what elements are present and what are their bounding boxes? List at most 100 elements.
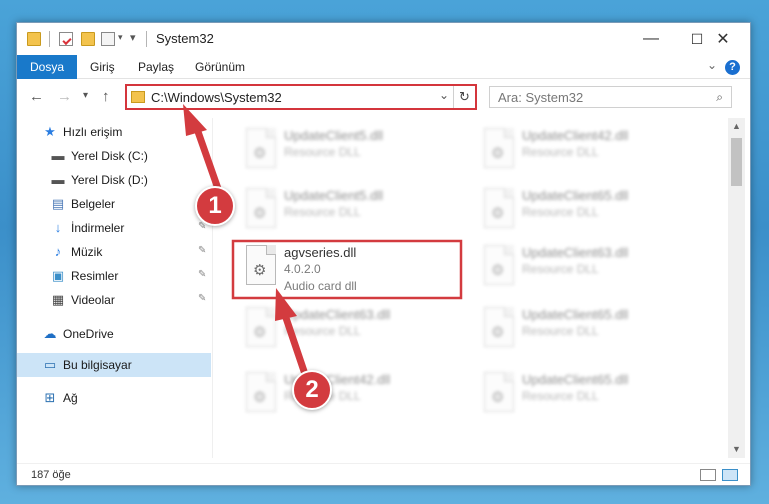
file-description: Audio card dll <box>284 279 357 293</box>
properties-icon[interactable] <box>59 32 73 46</box>
sidebar-item-label: İndirmeler <box>71 221 125 235</box>
cloud-icon: ☁ <box>43 326 57 341</box>
tab-dosya[interactable]: Dosya <box>17 55 78 79</box>
sidebar-item-videos[interactable]: ▦ Videolar ✎ <box>17 288 211 312</box>
list-item[interactable]: ⚙ UpdateClient65.dll Resource DLL <box>474 305 704 359</box>
file-name: UpdateClient65.dll <box>522 188 629 203</box>
sidebar-item-local-disk-d[interactable]: ▬ Yerel Disk (D:) <box>17 168 211 192</box>
navigation-bar: ← → ▾ ↑ C:\Windows\System32 ⌄ ↻ Ara: Sys… <box>17 80 750 114</box>
close-button[interactable]: ✕ <box>698 23 748 55</box>
dll-file-icon: ⚙ <box>246 307 276 347</box>
sidebar-item-label: Ağ <box>63 391 78 405</box>
dll-file-icon: ⚙ <box>246 188 276 228</box>
list-item[interactable]: ⚙ UpdateClient63.dll Resource DLL <box>474 243 704 297</box>
recent-locations-icon[interactable]: ▾ <box>83 90 88 101</box>
sidebar-item-label: Videolar <box>71 293 115 307</box>
details-view-icon[interactable] <box>700 469 716 481</box>
sidebar-item-label: Resimler <box>71 269 119 283</box>
tab-gorunum[interactable]: Görünüm <box>195 55 245 79</box>
sidebar-item-music[interactable]: ♪ Müzik ✎ <box>17 240 211 264</box>
list-item[interactable]: ⚙ agvseries.dll 4.0.2.0 Audio card dll <box>236 243 466 297</box>
file-name: UpdateClient5.dll <box>284 128 384 143</box>
title-bar: ▾ ▾ System32 — ☐ ✕ <box>17 23 750 55</box>
file-description: Resource DLL <box>284 205 361 219</box>
network-icon: ⊞ <box>44 390 56 405</box>
toolbar-dropdown-icon[interactable]: ▾ <box>130 31 136 44</box>
file-explorer-window: ▾ ▾ System32 — ☐ ✕ Dosya Giriş Paylaş Gö… <box>16 22 751 486</box>
file-description: Resource DLL <box>284 324 361 338</box>
chevron-down-icon[interactable]: ⌄ <box>707 58 717 72</box>
sidebar-item-downloads[interactable]: ↓ İndirmeler ✎ <box>17 216 211 240</box>
video-icon: ▦ <box>51 292 65 307</box>
pin-icon[interactable]: ✎ <box>198 245 206 256</box>
tab-paylas[interactable]: Paylaş <box>138 55 174 79</box>
dll-file-icon: ⚙ <box>246 128 276 168</box>
sidebar-item-label: Yerel Disk (C:) <box>71 149 148 163</box>
computer-icon: ▭ <box>43 357 57 372</box>
ribbon-tabs: Dosya Giriş Paylaş Görünüm ⌄ ? <box>17 55 750 79</box>
sidebar-item-local-disk-c[interactable]: ▬ Yerel Disk (C:) <box>17 144 211 168</box>
file-name: UpdateClient65.dll <box>522 372 629 387</box>
address-path[interactable]: C:\Windows\System32 <box>151 90 282 105</box>
chevron-down-icon[interactable]: ⌄ <box>439 88 449 102</box>
address-bar[interactable]: C:\Windows\System32 ⌄ ↻ <box>125 84 477 110</box>
tab-giris[interactable]: Giriş <box>90 55 115 79</box>
help-icon[interactable]: ? <box>725 60 740 75</box>
file-name: UpdateClient63.dll <box>284 307 391 322</box>
scrollbar-thumb[interactable] <box>731 138 742 186</box>
pin-icon[interactable]: ✎ <box>198 269 206 280</box>
minimize-button[interactable]: — <box>628 23 674 55</box>
sidebar-item-label: Yerel Disk (D:) <box>71 173 148 187</box>
refresh-icon[interactable]: ↻ <box>453 86 475 108</box>
sidebar-item-network[interactable]: ⊞ Ağ <box>17 386 211 410</box>
scroll-up-icon[interactable]: ▲ <box>728 118 745 135</box>
chevron-down-icon[interactable]: ▾ <box>118 32 123 43</box>
dll-file-icon: ⚙ <box>484 188 514 228</box>
list-item[interactable]: ⚙ UpdateClient5.dll Resource DLL <box>236 126 466 180</box>
divider <box>49 31 50 47</box>
sidebar-item-label: OneDrive <box>63 327 114 341</box>
large-icons-view-icon[interactable] <box>722 469 738 481</box>
sidebar-item-label: Hızlı erişim <box>63 125 123 139</box>
dll-file-icon: ⚙ <box>484 245 514 285</box>
vertical-scrollbar[interactable]: ▲ ▼ <box>728 118 745 458</box>
sidebar-item-documents[interactable]: ▤ Belgeler ✎ <box>17 192 211 216</box>
folder-icon <box>131 91 145 103</box>
search-input[interactable]: Ara: System32 ⌕ <box>489 86 732 108</box>
document-icon: ▤ <box>51 196 65 211</box>
file-description: Resource DLL <box>522 324 599 338</box>
sidebar-item-label: Müzik <box>71 245 103 259</box>
status-bar: 187 öğe <box>17 463 750 485</box>
list-item[interactable]: ⚙ UpdateClient42.dll Resource DLL <box>236 370 466 424</box>
list-item[interactable]: ⚙ UpdateClient63.dll Resource DLL <box>236 305 466 359</box>
file-list: ⚙ UpdateClient5.dll Resource DLL ⚙ Updat… <box>214 118 729 458</box>
list-item[interactable]: ⚙ UpdateClient5.dll Resource DLL <box>236 186 466 240</box>
download-icon: ↓ <box>54 220 62 235</box>
back-arrow-icon[interactable]: ← <box>29 88 44 105</box>
search-placeholder: Ara: System32 <box>498 90 584 105</box>
sidebar-item-quick-access[interactable]: ★ Hızlı erişim <box>17 120 211 144</box>
drive-icon: ▬ <box>51 148 65 163</box>
sidebar-item-label: Bu bilgisayar <box>63 358 132 372</box>
up-arrow-icon[interactable]: ↑ <box>102 88 110 105</box>
pin-icon[interactable]: ✎ <box>198 293 206 304</box>
search-icon[interactable]: ⌕ <box>716 90 723 105</box>
sidebar-item-pictures[interactable]: ▣ Resimler ✎ <box>17 264 211 288</box>
star-icon: ★ <box>44 124 56 139</box>
file-name: UpdateClient63.dll <box>522 245 629 260</box>
picture-icon: ▣ <box>51 268 65 283</box>
window-title: System32 <box>156 31 214 46</box>
scroll-down-icon[interactable]: ▼ <box>728 441 745 458</box>
customize-icon[interactable] <box>101 32 115 46</box>
dll-file-icon: ⚙ <box>484 372 514 412</box>
dll-file-icon: ⚙ <box>246 372 276 412</box>
file-name: agvseries.dll <box>284 245 357 260</box>
list-item[interactable]: ⚙ UpdateClient42.dll Resource DLL <box>474 126 704 180</box>
list-item[interactable]: ⚙ UpdateClient65.dll Resource DLL <box>474 370 704 424</box>
sidebar-item-onedrive[interactable]: ☁ OneDrive <box>17 322 211 346</box>
new-folder-icon[interactable] <box>81 32 95 46</box>
forward-arrow-icon[interactable]: → <box>57 88 72 105</box>
list-item[interactable]: ⚙ UpdateClient65.dll Resource DLL <box>474 186 704 240</box>
sidebar-item-this-pc[interactable]: ▭ Bu bilgisayar <box>17 353 211 377</box>
step-2-badge: 2 <box>292 370 332 410</box>
